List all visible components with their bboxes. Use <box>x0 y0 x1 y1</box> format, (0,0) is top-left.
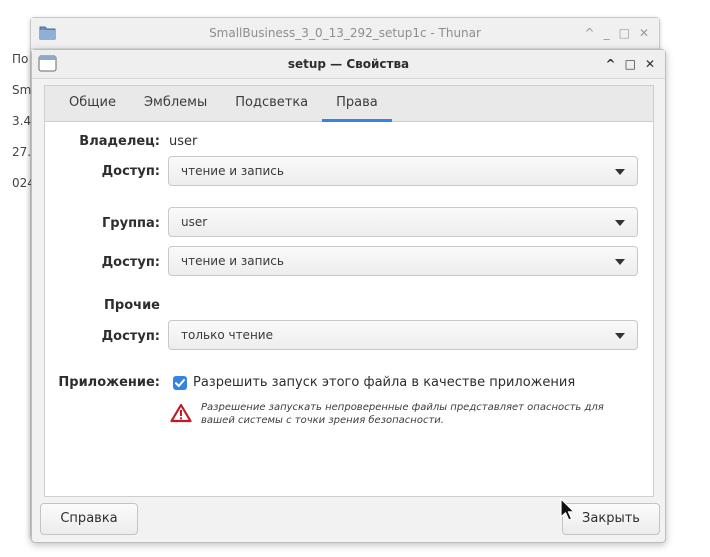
chevron-down-icon <box>615 169 625 175</box>
program-label: Приложение: <box>58 375 160 390</box>
dialog-shade-button[interactable]: ^ <box>606 57 616 71</box>
group-value: user <box>181 215 208 229</box>
security-warning-text: Разрешение запускать непроверенные файлы… <box>201 401 641 427</box>
chevron-down-icon <box>615 259 625 265</box>
allow-execute-checkbox[interactable] <box>173 376 187 390</box>
others-label: Прочие <box>104 298 160 313</box>
warning-icon <box>170 403 192 423</box>
tab-general[interactable]: Общие <box>55 86 130 121</box>
tab-permissions[interactable]: Права <box>322 86 392 122</box>
thunar-window-controls: ^ _ □ ✕ <box>585 18 649 48</box>
owner-value: user <box>169 134 198 149</box>
owner-access-label: Доступ: <box>101 164 160 179</box>
help-button[interactable]: Справка <box>40 503 138 535</box>
thunar-titlebar: SmallBusiness_3_0_13_292_setup1c - Thuna… <box>31 18 659 49</box>
allow-execute-label[interactable]: Разрешить запуск этого файла в качестве … <box>193 375 575 390</box>
checkmark-icon <box>175 379 185 387</box>
maximize-button[interactable]: □ <box>619 26 630 40</box>
dialog-maximize-button[interactable]: □ <box>625 57 636 71</box>
others-access-combo[interactable]: только чтение <box>168 320 638 350</box>
group-access-combo[interactable]: чтение и запись <box>168 246 638 276</box>
warning-line-2: вашей системы с точки зрения безопасност… <box>201 415 444 426</box>
group-access-value: чтение и запись <box>181 254 284 268</box>
minimize-button[interactable]: _ <box>604 26 610 40</box>
chevron-down-icon <box>615 220 625 226</box>
group-label: Группа: <box>102 216 160 231</box>
properties-dialog: setup — Свойства ^ □ ✕ Общие Эмблемы Под… <box>31 49 666 543</box>
group-combo[interactable]: user <box>168 207 638 237</box>
thunar-window-title: SmallBusiness_3_0_13_292_setup1c - Thuna… <box>209 26 481 40</box>
tab-highlight[interactable]: Подсветка <box>221 86 322 121</box>
chevron-down-icon <box>615 333 625 339</box>
owner-label: Владелец: <box>79 134 160 149</box>
dialog-close-button[interactable]: ✕ <box>645 57 655 71</box>
others-access-value: только чтение <box>181 328 273 342</box>
others-access-label: Доступ: <box>101 329 160 344</box>
tab-bar: Общие Эмблемы Подсветка Права <box>45 86 653 122</box>
dialog-title: setup — Свойства <box>287 57 410 71</box>
dialog-window-controls: ^ □ ✕ <box>606 50 655 78</box>
mouse-cursor-icon <box>560 498 575 521</box>
owner-access-value: чтение и запись <box>181 164 284 178</box>
shade-button[interactable]: ^ <box>585 26 595 40</box>
warning-line-1: Разрешение запускать непроверенные файлы… <box>201 402 604 413</box>
close-dialog-button[interactable]: Закрыть <box>562 503 660 535</box>
group-access-label: Доступ: <box>101 255 160 270</box>
owner-access-combo[interactable]: чтение и запись <box>168 156 638 186</box>
tab-emblems[interactable]: Эмблемы <box>130 86 221 121</box>
close-button[interactable]: ✕ <box>639 26 649 40</box>
properties-notebook: Общие Эмблемы Подсветка Права Владелец: … <box>44 85 654 497</box>
dialog-titlebar[interactable]: setup — Свойства ^ □ ✕ <box>32 50 665 79</box>
